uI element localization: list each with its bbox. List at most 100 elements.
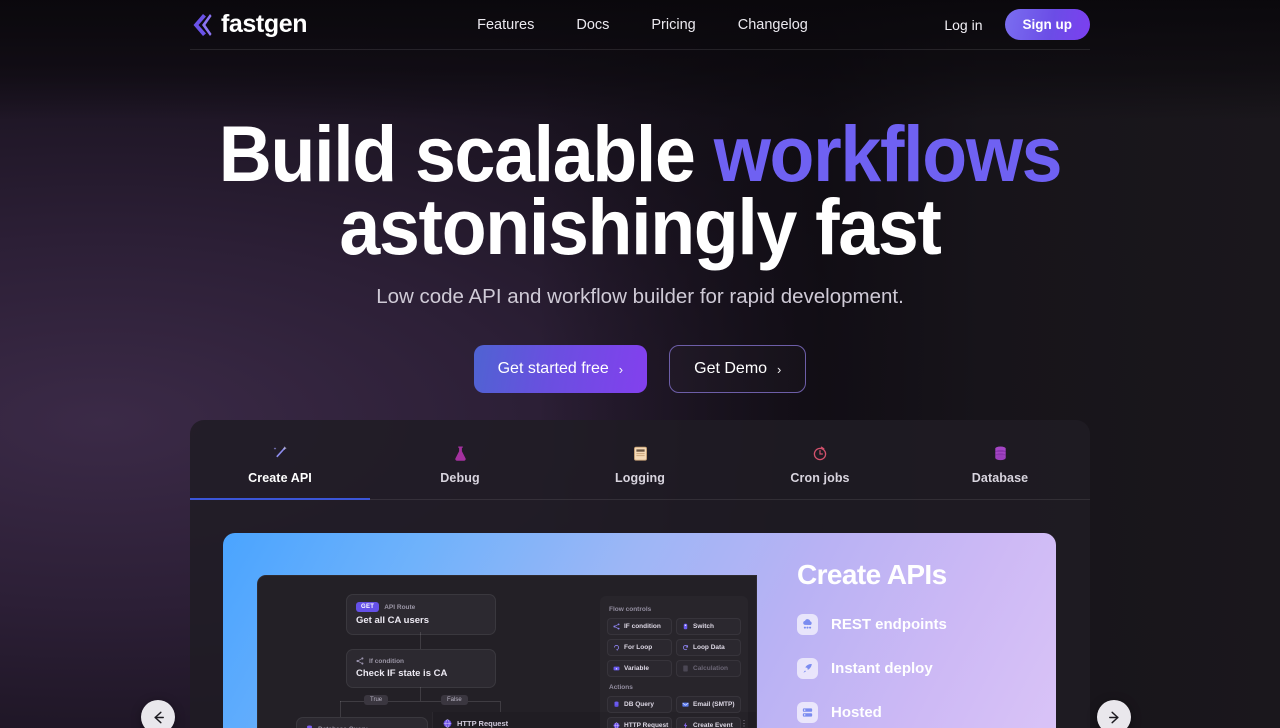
get-demo-label: Get Demo (694, 360, 768, 378)
palette-item-loop-data[interactable]: Loop Data (676, 639, 741, 656)
switch-icon (683, 623, 688, 630)
palette-item-http-request[interactable]: HTTP Request (607, 717, 672, 728)
tab-create-api[interactable]: Create API (190, 442, 370, 500)
nav-link-docs[interactable]: Docs (576, 17, 609, 33)
feature-label: REST endpoints (831, 616, 947, 633)
palette-item-label: DB Query (624, 701, 654, 708)
tab-label: Database (971, 471, 1029, 485)
palette-item-label: Loop Data (693, 644, 725, 651)
http-globe-icon (613, 722, 620, 728)
showcase-copy: Create APIs REST endpoints Instant deplo… (797, 559, 1047, 723)
feature-panel: Create API Debug Logging Cron jobs Datab… (190, 420, 1090, 728)
arrow-left-icon (153, 711, 164, 723)
arrow-right-icon (1108, 711, 1119, 723)
page-root: fastgen Features Docs Pricing Changelog … (0, 0, 1280, 728)
get-started-button[interactable]: Get started free › (473, 345, 648, 394)
palette-group-title: Actions (609, 684, 633, 691)
palette-item-label: Calculation (693, 665, 729, 672)
node-header: GET API Route (356, 602, 486, 612)
http-globe-icon (443, 719, 452, 728)
brand-name: fastgen (221, 10, 308, 38)
node-title: Check IF state is CA (356, 668, 448, 679)
carousel-prev-button[interactable] (141, 700, 175, 728)
brand-logo[interactable]: fastgen (190, 10, 308, 39)
loop-icon (613, 644, 620, 651)
node-if-condition[interactable]: If condition Check IF state is CA (346, 649, 496, 688)
palette-item-label: Switch (693, 623, 714, 630)
cloud-endpoints-icon (797, 614, 818, 635)
login-link[interactable]: Log in (944, 17, 982, 33)
get-demo-button[interactable]: Get Demo › (669, 345, 807, 394)
tab-logging[interactable]: Logging (550, 442, 730, 499)
palette-item-label: For Loop (624, 644, 653, 651)
palette-item-if-condition[interactable]: IF condition (607, 618, 672, 635)
feature-tabs: Create API Debug Logging Cron jobs Datab… (190, 420, 1090, 500)
hero-title-line2: astonishingly fast (339, 181, 941, 271)
palette-group-flow-controls: IF condition Switch For Loop Loop Data x… (607, 618, 741, 677)
page-title: Build scalable workflows astonishingly f… (45, 114, 1235, 266)
node-title: Get all CA users (356, 615, 430, 626)
branch-label-true: True (364, 695, 389, 705)
nav-link-pricing[interactable]: Pricing (651, 17, 695, 33)
nav-links: Features Docs Pricing Changelog (477, 17, 808, 33)
node-kind: API Route (384, 603, 416, 611)
navbar: fastgen Features Docs Pricing Changelog … (190, 0, 1090, 50)
node-palette: Flow controls IF condition Switch For Lo… (600, 596, 748, 728)
action-inspector-title: HTTP Request (457, 719, 509, 728)
branch-label-false: False (441, 695, 468, 705)
node-api-route[interactable]: GET API Route Get all CA users (346, 594, 496, 635)
wire (420, 687, 421, 701)
branch-icon (356, 657, 364, 665)
palette-item-label: IF condition (624, 623, 661, 630)
nav-link-changelog[interactable]: Changelog (738, 17, 808, 33)
carousel-next-button[interactable] (1097, 700, 1131, 728)
calculator-icon (683, 665, 688, 672)
double-chevron-left-icon (193, 13, 212, 36)
palette-item-switch[interactable]: Switch (676, 618, 741, 635)
palette-group-title: Flow controls (609, 606, 652, 613)
hero-cta-group: Get started free › Get Demo › (0, 345, 1280, 394)
chevron-right-icon: › (618, 361, 624, 377)
tab-database[interactable]: Database (910, 442, 1090, 499)
node-kind: If condition (369, 657, 405, 665)
server-icon (797, 702, 818, 723)
hero-section: Build scalable workflows astonishingly f… (0, 114, 1280, 394)
method-badge: GET (356, 602, 380, 612)
chevron-right-icon: › (777, 361, 782, 377)
hero-subtitle: Low code API and workflow builder for ra… (376, 285, 904, 309)
refresh-icon (683, 645, 689, 651)
get-started-label: Get started free (497, 360, 609, 378)
palette-item-label: Variable (624, 665, 649, 672)
palette-item-db-query[interactable]: DB Query (607, 696, 672, 713)
feature-hosted: Hosted (797, 702, 1047, 723)
palette-group-actions: DB Query Email (SMTP) HTTP Request Creat… (607, 696, 741, 728)
nav-link-features[interactable]: Features (477, 17, 534, 33)
showcase-heading: Create APIs (797, 559, 947, 590)
workflow-canvas: GET API Route Get all CA users If condit… (258, 576, 588, 728)
tab-label: Logging (615, 471, 665, 485)
flask-icon (370, 442, 550, 464)
nav-actions: Log in Sign up (944, 9, 1090, 40)
notepad-icon (550, 442, 730, 464)
palette-item-create-event[interactable]: Create Event (676, 717, 741, 728)
feature-instant-deploy: Instant deploy (797, 658, 1047, 679)
workflow-editor-preview: GET API Route Get all CA users If condit… (257, 575, 757, 728)
node-database-query[interactable]: Database Query Return users (296, 717, 428, 728)
tab-label: Debug (440, 471, 480, 485)
mail-icon (682, 702, 689, 707)
palette-item-email-smtp[interactable]: Email (SMTP) (676, 696, 741, 713)
magic-wand-icon (190, 442, 370, 464)
tab-cron-jobs[interactable]: Cron jobs (730, 442, 910, 499)
feature-label: Instant deploy (831, 660, 933, 677)
tab-debug[interactable]: Debug (370, 442, 550, 499)
timer-icon (730, 442, 910, 464)
palette-item-variable[interactable]: x Variable (607, 660, 672, 677)
signup-button[interactable]: Sign up (1004, 9, 1090, 40)
palette-item-label: Create Event (693, 722, 733, 728)
bolt-icon (683, 722, 688, 728)
showcase-card: GET API Route Get all CA users If condit… (223, 533, 1056, 728)
palette-item-for-loop[interactable]: For Loop (607, 639, 672, 656)
wire (340, 701, 341, 717)
branch-icon (613, 623, 620, 630)
feature-label: Hosted (831, 704, 882, 721)
